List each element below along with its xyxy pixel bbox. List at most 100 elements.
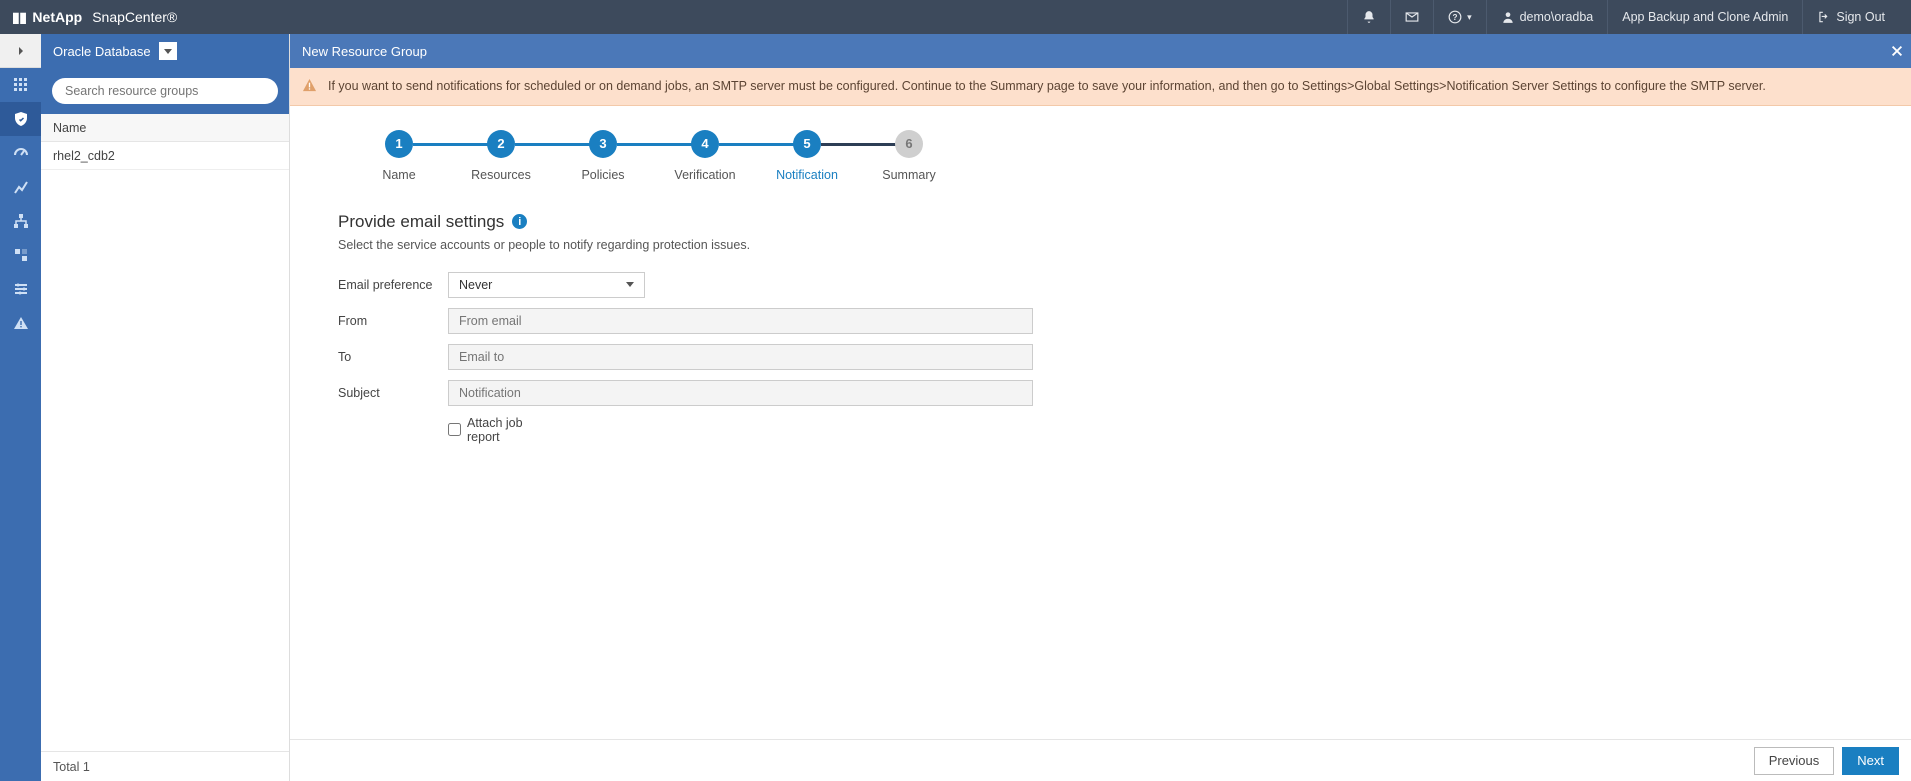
info-icon[interactable]: i <box>512 214 527 229</box>
step-circle: 2 <box>487 130 515 158</box>
help-button[interactable]: ? ▾ <box>1433 0 1486 34</box>
close-button[interactable] <box>1883 34 1911 68</box>
storage-icon <box>13 247 29 263</box>
bell-icon <box>1362 10 1376 24</box>
section-title-row: Provide email settings i <box>338 212 1863 232</box>
warning-icon <box>13 315 29 331</box>
sign-out-button[interactable]: Sign Out <box>1802 0 1899 34</box>
attach-job-report-checkbox[interactable] <box>448 423 461 436</box>
previous-button[interactable]: Previous <box>1754 747 1835 775</box>
warning-icon <box>302 78 317 93</box>
nav-settings[interactable] <box>0 272 41 306</box>
step-label: Verification <box>674 168 735 182</box>
sub-header-title: New Resource Group <box>302 44 427 59</box>
search-input[interactable] <box>52 78 278 104</box>
step-circle: 3 <box>589 130 617 158</box>
nav-storage[interactable] <box>0 238 41 272</box>
user-label: demo\oradba <box>1520 10 1594 24</box>
to-input[interactable] <box>448 344 1033 370</box>
sub-header: New Resource Group <box>290 34 1911 68</box>
warning-text: If you want to send notifications for sc… <box>328 79 1766 93</box>
attach-job-report-row[interactable]: Attach job report <box>448 416 558 444</box>
total-label: Total 1 <box>53 760 90 774</box>
role-label: App Backup and Clone Admin <box>1622 10 1788 24</box>
step-circle: 4 <box>691 130 719 158</box>
sign-out-label: Sign Out <box>1836 10 1885 24</box>
side-nav <box>0 34 41 781</box>
brand: ▮▮ NetApp SnapCenter® <box>12 9 177 26</box>
left-panel-footer: Total 1 <box>41 751 289 781</box>
email-preference-select[interactable]: Never <box>448 272 645 298</box>
resource-group-name: rhel2_cdb2 <box>53 149 115 163</box>
close-icon <box>1890 44 1904 58</box>
left-panel-search <box>41 68 289 114</box>
notifications-button[interactable] <box>1347 0 1390 34</box>
wizard-content: 1 Name 2 Resources 3 Policies 4 Verification 5 No… <box>290 106 1911 781</box>
nav-expand-button[interactable] <box>0 34 41 68</box>
user-icon <box>1501 10 1515 24</box>
sitemap-icon <box>13 213 29 229</box>
next-button[interactable]: Next <box>1842 747 1899 775</box>
chart-icon <box>13 179 29 195</box>
nav-reports[interactable] <box>0 170 41 204</box>
step-circle: 1 <box>385 130 413 158</box>
from-label: From <box>338 314 448 328</box>
mail-button[interactable] <box>1390 0 1433 34</box>
signout-icon <box>1817 10 1831 24</box>
nav-resources[interactable] <box>0 102 41 136</box>
subject-label: Subject <box>338 386 448 400</box>
shield-check-icon <box>13 111 29 127</box>
section-subtitle: Select the service accounts or people to… <box>338 238 1863 252</box>
help-icon: ? <box>1448 10 1462 24</box>
role-menu[interactable]: App Backup and Clone Admin <box>1607 0 1802 34</box>
gauge-icon <box>13 145 29 161</box>
nav-dashboard[interactable] <box>0 68 41 102</box>
step-circle: 6 <box>895 130 923 158</box>
section-title: Provide email settings <box>338 212 504 232</box>
step-label: Notification <box>776 168 838 182</box>
sliders-icon <box>13 281 29 297</box>
brand-app: SnapCenter® <box>92 9 177 25</box>
nav-hosts[interactable] <box>0 204 41 238</box>
mail-icon <box>1405 10 1419 24</box>
resource-group-row[interactable]: rhel2_cdb2 <box>41 142 289 170</box>
wizard-stepper: 1 Name 2 Resources 3 Policies 4 Verification 5 No… <box>348 130 1863 182</box>
svg-text:?: ? <box>1453 13 1458 22</box>
step-summary[interactable]: 6 Summary <box>858 130 960 182</box>
smtp-warning-banner: If you want to send notifications for sc… <box>290 68 1911 106</box>
step-name[interactable]: 1 Name <box>348 130 450 182</box>
topbar: ▮▮ NetApp SnapCenter® ? ▾ demo\oradba Ap… <box>0 0 1911 34</box>
step-label: Resources <box>471 168 531 182</box>
left-panel-selector-label: Oracle Database <box>53 44 151 59</box>
step-label: Policies <box>581 168 624 182</box>
caret-down-icon <box>164 49 172 54</box>
brand-company: NetApp <box>32 9 82 25</box>
left-panel-selector-toggle[interactable] <box>159 42 177 60</box>
main-area: New Resource Group If you want to send n… <box>290 34 1911 781</box>
wizard-footer: Previous Next <box>290 739 1911 781</box>
left-panel: Oracle Database Name rhel2_cdb2 Total 1 <box>41 34 290 781</box>
email-preference-label: Email preference <box>338 278 448 292</box>
step-label: Summary <box>882 168 935 182</box>
caret-down-icon <box>626 282 634 287</box>
step-verification[interactable]: 4 Verification <box>654 130 756 182</box>
attach-job-report-label: Attach job report <box>467 416 558 444</box>
user-menu[interactable]: demo\oradba <box>1486 0 1608 34</box>
nav-alerts[interactable] <box>0 306 41 340</box>
col-name-label: Name <box>53 121 86 135</box>
netapp-logo-icon: ▮▮ <box>12 9 26 26</box>
left-panel-column-header[interactable]: Name <box>41 114 289 142</box>
chevron-right-icon <box>16 46 26 56</box>
email-preference-value: Never <box>459 278 492 292</box>
step-resources[interactable]: 2 Resources <box>450 130 552 182</box>
from-input[interactable] <box>448 308 1033 334</box>
step-circle: 5 <box>793 130 821 158</box>
left-panel-header: Oracle Database <box>41 34 289 68</box>
subject-input[interactable] <box>448 380 1033 406</box>
step-policies[interactable]: 3 Policies <box>552 130 654 182</box>
to-label: To <box>338 350 448 364</box>
step-label: Name <box>382 168 415 182</box>
grid-icon <box>13 77 29 93</box>
nav-monitor[interactable] <box>0 136 41 170</box>
step-notification[interactable]: 5 Notification <box>756 130 858 182</box>
